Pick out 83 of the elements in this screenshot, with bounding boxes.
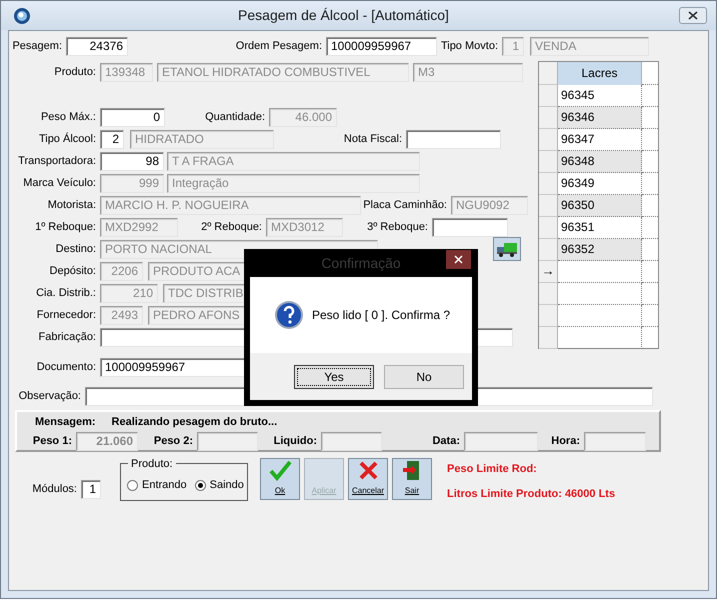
table-cell[interactable] xyxy=(558,305,642,327)
input-field[interactable]: 98 xyxy=(100,152,164,170)
table-cell[interactable]: 96350 xyxy=(558,195,642,217)
field-label: Transportadora: xyxy=(17,154,97,169)
field-label: Peso 1: xyxy=(32,434,73,449)
column-header[interactable]: Lacres xyxy=(558,62,642,85)
table-cell[interactable]: 96346 xyxy=(558,107,642,129)
limit-text: Litros Limite Produto: 46000 Lts xyxy=(447,486,616,502)
field-label: Documento: xyxy=(36,360,97,375)
message-text: Realizando pesagem do bruto... xyxy=(112,414,278,430)
close-icon xyxy=(454,255,463,264)
input-field[interactable]: 24376 xyxy=(66,36,128,56)
radio-option[interactable]: Entrando xyxy=(127,477,187,494)
table-cell[interactable] xyxy=(558,261,642,283)
field-label: Fornecedor: xyxy=(36,308,97,323)
field-label: Depósito: xyxy=(48,264,97,279)
field-label: Marca Veículo: xyxy=(22,176,97,191)
input-field[interactable]: 1 xyxy=(81,480,101,498)
input-field[interactable] xyxy=(406,130,501,148)
toolbar-button[interactable]: Sair xyxy=(392,458,432,500)
check-icon xyxy=(268,459,292,482)
input-field[interactable] xyxy=(432,218,508,236)
field-label: Fabricação: xyxy=(38,330,97,345)
row-header xyxy=(539,173,558,195)
field-label: Motorista: xyxy=(46,198,97,213)
row-header xyxy=(539,85,558,107)
field-label: 3º Reboque: xyxy=(366,220,429,235)
dialog-message: Peso lido [ 0 ]. Confirma ? xyxy=(312,307,450,324)
limit-text: Peso Limite Rod: xyxy=(447,462,538,477)
row-header xyxy=(539,239,558,261)
field-label: Produto: xyxy=(53,64,97,80)
field-label: Pesagem: xyxy=(11,38,63,54)
corner-cell xyxy=(539,62,558,85)
input-field[interactable]: 0 xyxy=(100,108,165,126)
row-header xyxy=(539,107,558,129)
table-cell[interactable] xyxy=(558,283,642,305)
field-label: Peso Máx.: xyxy=(40,110,97,125)
field-label: Liquido: xyxy=(272,434,318,449)
dialog-close-button[interactable] xyxy=(446,250,471,269)
field-label: Peso 2: xyxy=(152,434,194,449)
field-label: Cia. Distrib.: xyxy=(35,286,97,301)
input-field[interactable]: 100009959967 xyxy=(326,36,437,56)
close-icon xyxy=(356,459,380,482)
dialog-button[interactable]: Yes xyxy=(294,364,374,388)
field-label: 1º Reboque: xyxy=(34,220,97,235)
table-cell[interactable]: 96352 xyxy=(558,239,642,261)
window-title: Pesagem de Álcool - [Automático] xyxy=(237,6,450,25)
close-button[interactable] xyxy=(679,7,707,24)
dialog-button[interactable]: No xyxy=(384,364,464,388)
row-header xyxy=(539,283,558,305)
truck-icon xyxy=(496,241,518,257)
table-cell[interactable]: 96348 xyxy=(558,151,642,173)
radio-button[interactable] xyxy=(194,480,206,491)
row-header xyxy=(539,217,558,239)
field-label: 2º Reboque: xyxy=(200,220,263,235)
field-label: Data: xyxy=(431,434,461,449)
field-label: Módulos: xyxy=(31,482,78,497)
table-cell[interactable] xyxy=(558,327,642,349)
question-icon xyxy=(274,300,304,330)
app-icon xyxy=(13,6,31,24)
toolbar-button[interactable]: Ok xyxy=(260,458,300,500)
field-label: Placa Caminhão: xyxy=(362,198,448,213)
row-header xyxy=(539,151,558,173)
field-label: Ordem Pesagem: xyxy=(234,38,323,54)
field-label: Observação: xyxy=(18,388,82,404)
field-label: Destino: xyxy=(54,242,97,257)
field-label: Hora: xyxy=(550,434,581,449)
row-header xyxy=(539,195,558,217)
message-label: Mensagem: xyxy=(35,414,96,430)
row-header xyxy=(539,305,558,327)
input-field[interactable]: 2 xyxy=(100,130,124,148)
row-header xyxy=(539,129,558,151)
row-marker: → xyxy=(539,261,558,283)
field-label: Tipo Movto: xyxy=(440,38,499,54)
radio-button[interactable] xyxy=(127,480,138,491)
row-header xyxy=(539,327,558,349)
close-icon xyxy=(688,11,698,20)
field-label: Tipo Álcool: xyxy=(38,132,97,147)
truck-button[interactable] xyxy=(493,237,521,261)
field-label: Quantidade: xyxy=(204,110,266,125)
field-label: Nota Fiscal: xyxy=(342,132,403,147)
radio-option[interactable]: Saindo xyxy=(194,477,244,494)
toolbar-button[interactable]: Cancelar xyxy=(348,458,388,500)
